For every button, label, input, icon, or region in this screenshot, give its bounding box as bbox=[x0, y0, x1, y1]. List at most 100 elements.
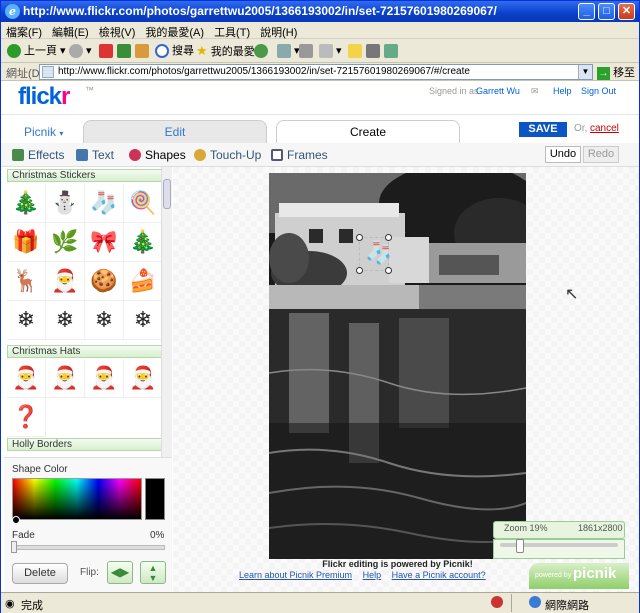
sticker-bow[interactable]: 🎀 bbox=[85, 223, 124, 262]
discuss-button[interactable] bbox=[348, 42, 365, 60]
zoom-thumb[interactable] bbox=[516, 539, 524, 553]
delete-button[interactable]: Delete bbox=[12, 563, 68, 584]
sticker-stocking[interactable]: 🧦 bbox=[85, 184, 124, 223]
section-holly-borders[interactable]: Holly Borders bbox=[7, 438, 163, 451]
sticker-gingerbread[interactable]: 🍪 bbox=[85, 262, 124, 301]
fade-slider[interactable] bbox=[12, 545, 165, 550]
sticker-holly[interactable]: 🌿 bbox=[46, 223, 85, 262]
favorites-button[interactable]: ★ 我的最愛 bbox=[196, 42, 255, 60]
help-link[interactable]: Help bbox=[553, 86, 572, 96]
undo-button[interactable]: Undo bbox=[545, 146, 581, 163]
search-button[interactable]: 搜尋 bbox=[155, 42, 194, 60]
sign-out-link[interactable]: Sign Out bbox=[581, 86, 616, 96]
internet-zone-icon bbox=[529, 596, 541, 608]
placed-sticker-selection[interactable]: 🧦 bbox=[356, 234, 392, 274]
sticker-snowflake[interactable]: ❄ bbox=[7, 301, 46, 340]
selected-color-swatch bbox=[145, 478, 165, 520]
sticker-tree[interactable]: 🎄 bbox=[7, 184, 46, 223]
close-button[interactable]: ✕ bbox=[618, 3, 635, 20]
picnik-account-link[interactable]: Have a Picnik account? bbox=[392, 570, 486, 580]
flip-horizontal-button[interactable]: ◀▶ bbox=[107, 561, 133, 584]
back-button[interactable]: 上一頁 ▾ bbox=[7, 42, 66, 60]
powered-text: Flickr editing is powered by Picnik! bbox=[322, 559, 473, 569]
messenger-button[interactable] bbox=[366, 42, 383, 60]
mail-icon[interactable]: ✉ bbox=[531, 86, 539, 97]
photo-canvas[interactable]: 🧦 bbox=[269, 173, 526, 559]
menu-file[interactable]: 檔案(F) bbox=[1, 22, 47, 40]
hat-outline[interactable]: ❓ bbox=[7, 398, 46, 437]
menu-help[interactable]: 說明(H) bbox=[255, 22, 302, 40]
sticker-reindeer[interactable]: 🦌 bbox=[7, 262, 46, 301]
cancel-link[interactable]: cancel bbox=[590, 123, 619, 134]
create-subtabs: Effects Text Shapes Touch-Up Frames Undo… bbox=[1, 143, 639, 167]
touchup-icon bbox=[194, 149, 206, 161]
fade-slider-thumb[interactable] bbox=[11, 541, 17, 553]
color-spectrum[interactable] bbox=[12, 478, 142, 520]
resize-handle[interactable] bbox=[356, 234, 363, 241]
section-christmas-stickers[interactable]: Christmas Stickers bbox=[7, 169, 163, 182]
shape-color-label: Shape Color bbox=[12, 464, 68, 475]
learn-premium-link[interactable]: Learn about Picnik Premium bbox=[239, 570, 352, 580]
save-button[interactable]: SAVE bbox=[519, 122, 567, 137]
picnik-menu[interactable]: Picnik ▾ bbox=[24, 125, 63, 139]
maximize-button[interactable]: □ bbox=[598, 3, 615, 20]
media-button[interactable] bbox=[254, 42, 271, 60]
subtab-frames[interactable]: Frames bbox=[271, 147, 328, 163]
stocking-sticker[interactable]: 🧦 bbox=[365, 240, 392, 266]
scrollbar-thumb[interactable] bbox=[163, 179, 171, 209]
forward-button[interactable]: ▾ bbox=[69, 42, 92, 60]
sticker-snowflake[interactable]: ❄ bbox=[46, 301, 85, 340]
user-link[interactable]: Garrett Wu bbox=[476, 86, 520, 96]
sticker-pudding[interactable]: 🍰 bbox=[124, 262, 163, 301]
color-picker-handle[interactable] bbox=[12, 516, 20, 524]
shapes-scrollbar[interactable] bbox=[161, 167, 172, 457]
home-button[interactable] bbox=[135, 42, 152, 60]
refresh-button[interactable] bbox=[117, 42, 134, 60]
flickr-logo[interactable]: flickr bbox=[18, 83, 70, 111]
sticker-santa[interactable]: 🎅 bbox=[46, 262, 85, 301]
subtab-shapes[interactable]: Shapes bbox=[129, 147, 186, 163]
print-button[interactable] bbox=[299, 42, 316, 60]
hat-santa[interactable]: 🎅 bbox=[85, 359, 124, 398]
stop-button[interactable] bbox=[99, 42, 116, 60]
sticker-snowflake[interactable]: ❄ bbox=[85, 301, 124, 340]
go-button[interactable]: → 移至 bbox=[597, 64, 635, 80]
resize-handle[interactable] bbox=[385, 267, 392, 274]
address-input[interactable]: http://www.flickr.com/photos/garrettwu20… bbox=[39, 64, 593, 80]
minimize-button[interactable]: _ bbox=[578, 3, 595, 20]
research-button[interactable] bbox=[384, 42, 401, 60]
sticker-snowflake[interactable]: ❄ bbox=[124, 301, 163, 340]
menu-favorites[interactable]: 我的最愛(A) bbox=[140, 22, 209, 40]
hat-santa[interactable]: 🎅 bbox=[7, 359, 46, 398]
hat-santa[interactable]: 🎅 bbox=[46, 359, 85, 398]
resize-handle[interactable] bbox=[385, 234, 392, 241]
canvas-help-link[interactable]: Help bbox=[363, 570, 382, 580]
sticker-snowman[interactable]: ⛄ bbox=[46, 184, 85, 223]
sticker-ornament[interactable]: 🎄 bbox=[124, 223, 163, 262]
resize-handle[interactable] bbox=[356, 267, 363, 274]
subtab-touchup[interactable]: Touch-Up bbox=[194, 147, 261, 163]
redo-button[interactable]: Redo bbox=[583, 146, 619, 163]
sticker-gift[interactable]: 🎁 bbox=[7, 223, 46, 262]
tab-edit[interactable]: Edit bbox=[83, 120, 267, 144]
subtab-effects[interactable]: Effects bbox=[12, 147, 64, 163]
sticker-candy-cane[interactable]: 🍭 bbox=[124, 184, 163, 223]
section-christmas-hats[interactable]: Christmas Hats bbox=[7, 345, 163, 358]
picnik-badge[interactable]: powered by picnik bbox=[529, 563, 629, 589]
zoom-slider[interactable] bbox=[493, 539, 625, 559]
flip-vertical-button[interactable]: ▲ ▼ bbox=[140, 561, 166, 584]
research-icon bbox=[384, 44, 398, 59]
menu-view[interactable]: 檢視(V) bbox=[94, 22, 141, 40]
popup-blocked-icon[interactable] bbox=[491, 596, 503, 608]
chevron-down-icon[interactable]: ▼ bbox=[578, 65, 592, 79]
menu-edit[interactable]: 編輯(E) bbox=[47, 22, 94, 40]
mail-button[interactable]: ▾ bbox=[277, 42, 300, 60]
subtab-text[interactable]: Text bbox=[76, 147, 114, 163]
tab-create[interactable]: Create bbox=[276, 120, 460, 144]
menu-tools[interactable]: 工具(T) bbox=[209, 22, 255, 40]
star-icon: ★ bbox=[196, 43, 208, 58]
title-bar: e http://www.flickr.com/photos/garrettwu… bbox=[1, 1, 639, 22]
edit-page-button[interactable]: ▾ bbox=[319, 42, 342, 60]
shape-color-panel: Shape Color Fade 0% Delete Flip: ◀▶ ▲ ▼ bbox=[4, 457, 172, 592]
hat-santa[interactable]: 🎅 bbox=[124, 359, 163, 398]
